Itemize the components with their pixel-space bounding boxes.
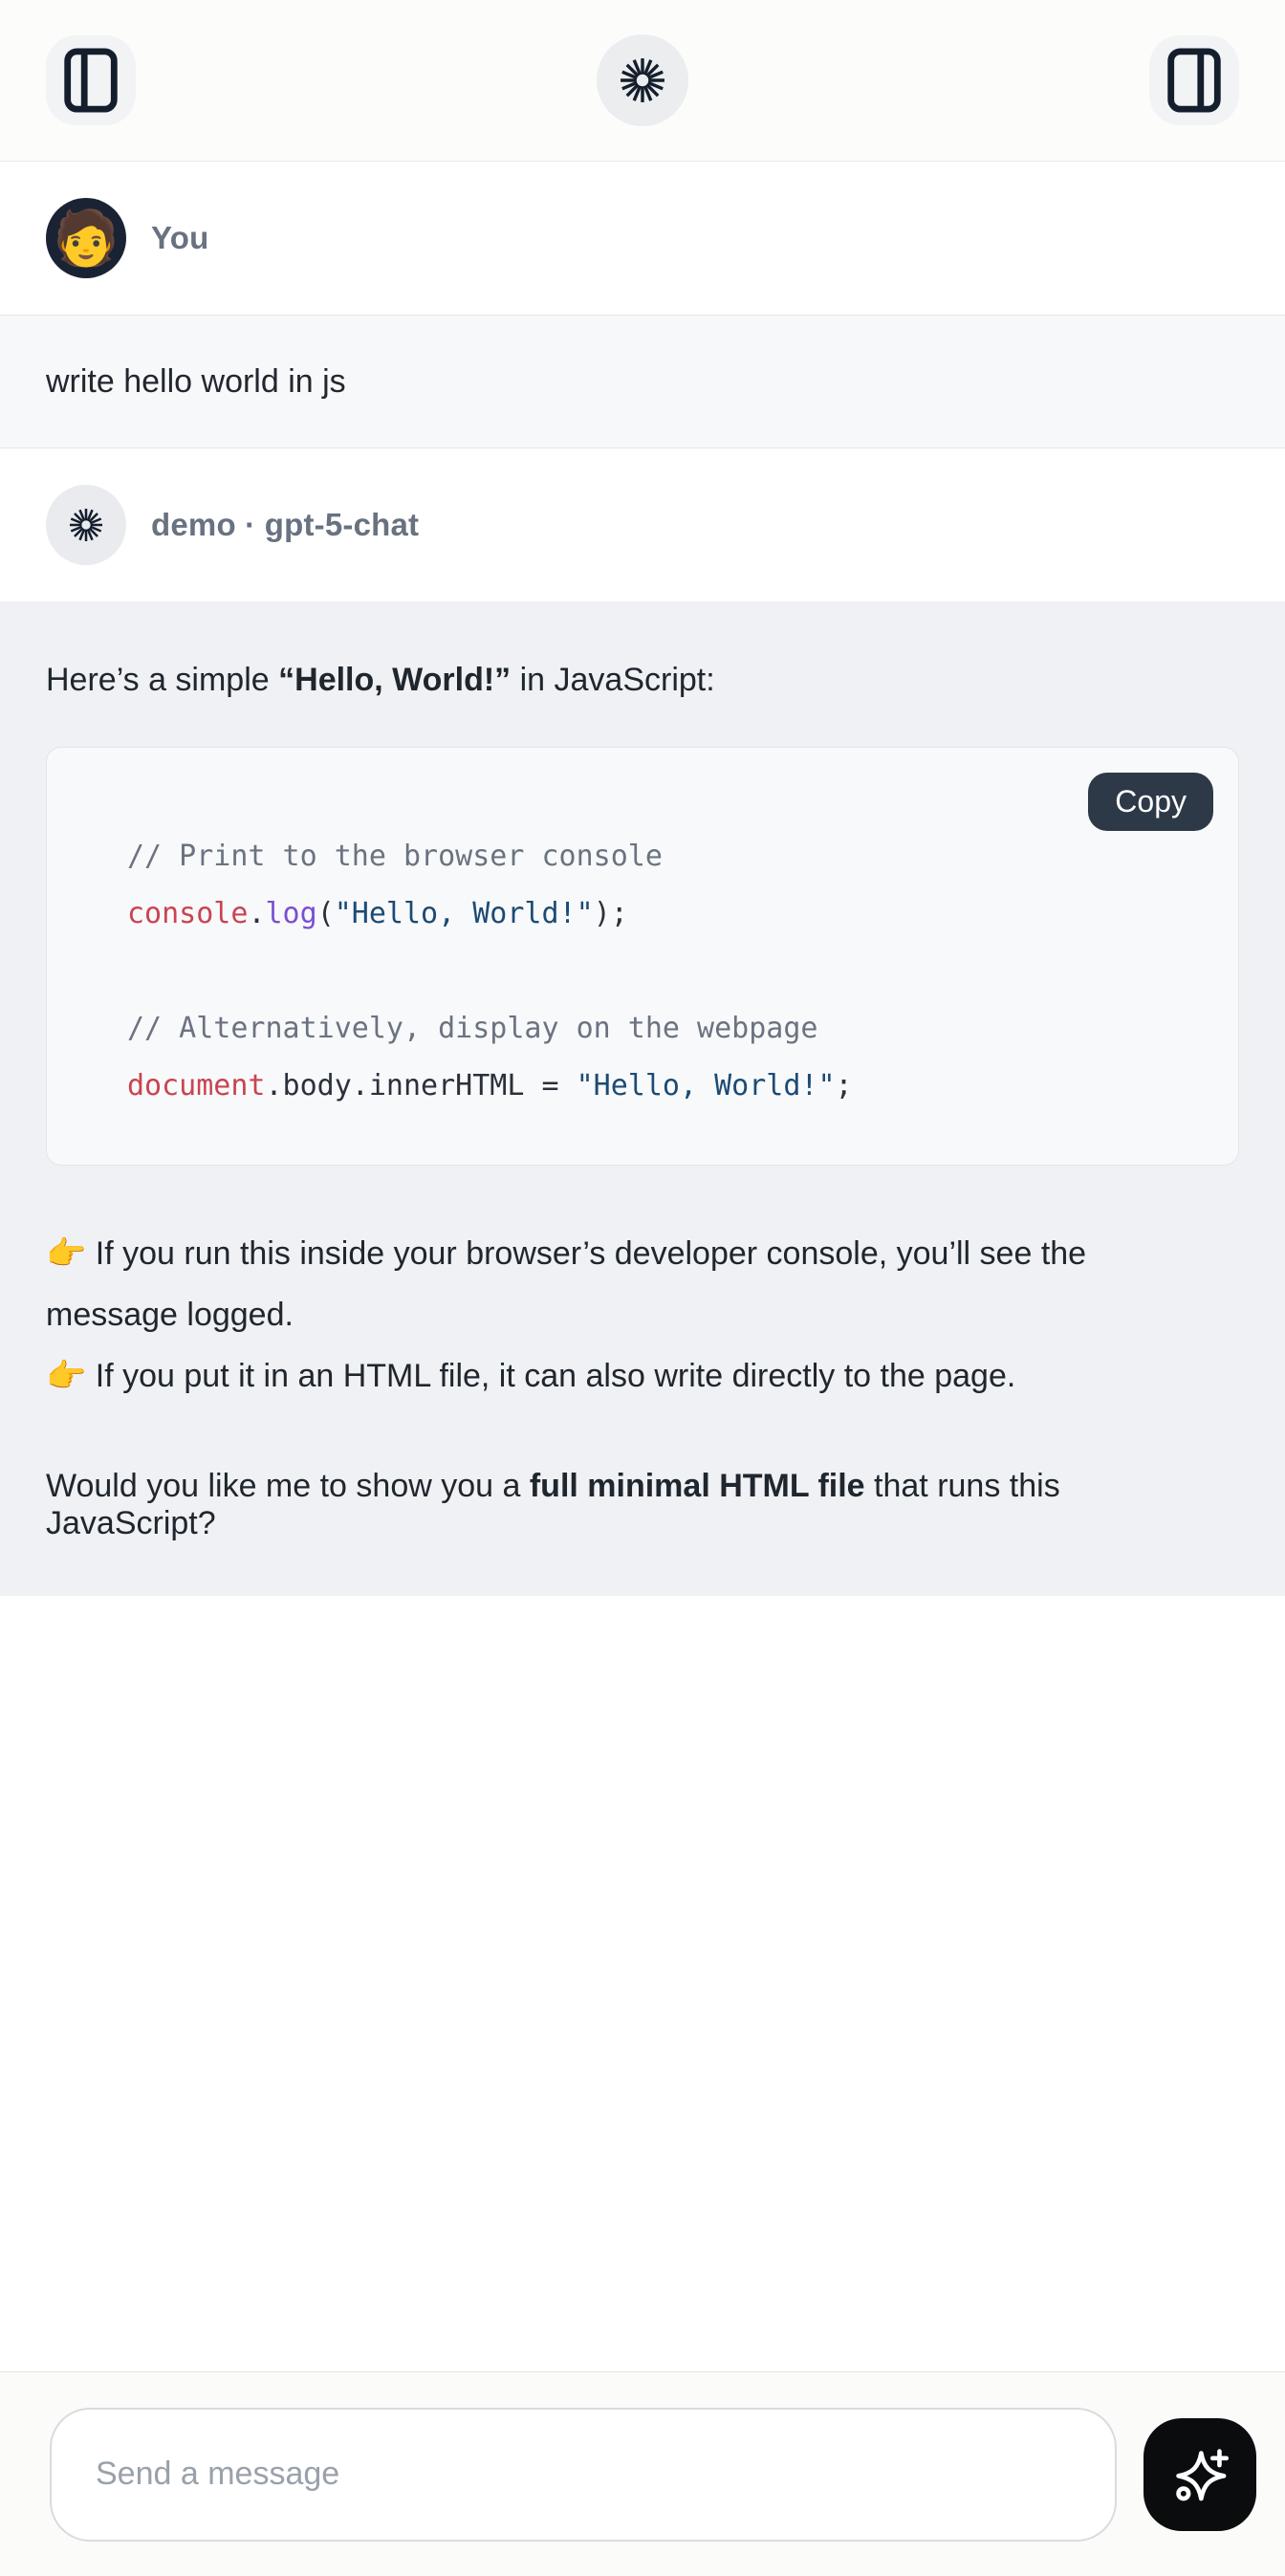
user-message: write hello world in js [0,315,1285,448]
right-panel-toggle-button[interactable] [1149,35,1239,125]
panel-right-icon [1165,47,1224,114]
code-token: . [248,897,265,930]
assistant-intro-text: Here’s a simple “Hello, World!” in JavaS… [46,655,1155,705]
composer-bar [0,2371,1285,2576]
text-segment: Here’s a simple [46,662,278,698]
user-message-header: 🧑 You [0,162,1285,315]
text-segment: Would you like me to show you a [46,1468,530,1504]
code-token: ); [594,897,628,930]
code-token: // Alternatively, display on the webpage [127,1012,817,1045]
code-line: console.log("Hello, World!"); [127,885,1200,943]
model-button[interactable] [597,34,688,126]
send-button[interactable] [1143,2418,1256,2531]
code-token: "Hello, World!" [335,897,594,930]
assistant-question-text: Would you like me to show you a full min… [46,1468,1155,1542]
user-message-text: write hello world in js [46,363,346,400]
code-token: ; [836,1069,853,1102]
text-segment: in JavaScript: [511,662,715,698]
text-segment: 👉 If you put it in an HTML file, it can … [46,1358,1015,1394]
code-token: .body.innerHTML = [266,1069,577,1102]
assistant-avatar [46,485,126,565]
code-content: // Print to the browser console console.l… [127,828,1200,1115]
burst-icon [64,503,108,547]
copy-button[interactable]: Copy [1088,773,1213,831]
text-segment: 👉 If you run this inside your browser’s … [46,1235,1086,1333]
assistant-message: Here’s a simple “Hello, World!” in JavaS… [0,601,1285,1596]
chat-empty-space [0,1596,1285,2371]
top-bar [0,0,1285,162]
code-token: document [127,1069,266,1102]
user-label: You [151,220,208,256]
code-token: ( [317,897,335,930]
code-token: "Hello, World!" [577,1069,836,1102]
code-token: log [266,897,317,930]
code-line: // Alternatively, display on the webpage [127,1000,1200,1058]
code-token: console [127,897,248,930]
text-segment: full minimal HTML file [530,1468,865,1504]
sparkle-plus-icon [1168,2443,1231,2506]
assistant-notes: 👉 If you run this inside your browser’s … [46,1223,1239,1407]
code-line: document.body.innerHTML = "Hello, World!… [127,1058,1200,1115]
text-segment: “Hello, World!” [278,662,511,698]
assistant-message-header: demo · gpt-5-chat [0,448,1285,601]
user-avatar-emoji: 🧑 [53,211,120,265]
code-line [127,943,1200,1000]
sidebar-toggle-button[interactable] [46,35,136,125]
panel-left-icon [61,47,120,114]
assistant-model-label: demo · gpt-5-chat [151,507,419,543]
assistant-note-line: 👉 If you run this inside your browser’s … [46,1223,1155,1345]
message-input[interactable] [50,2408,1117,2542]
code-token: // Print to the browser console [127,840,663,873]
code-line: // Print to the browser console [127,828,1200,885]
user-avatar: 🧑 [46,198,126,278]
burst-icon [613,51,672,110]
code-block: Copy // Print to the browser console cons… [46,747,1239,1166]
assistant-note-line: 👉 If you put it in an HTML file, it can … [46,1345,1155,1407]
